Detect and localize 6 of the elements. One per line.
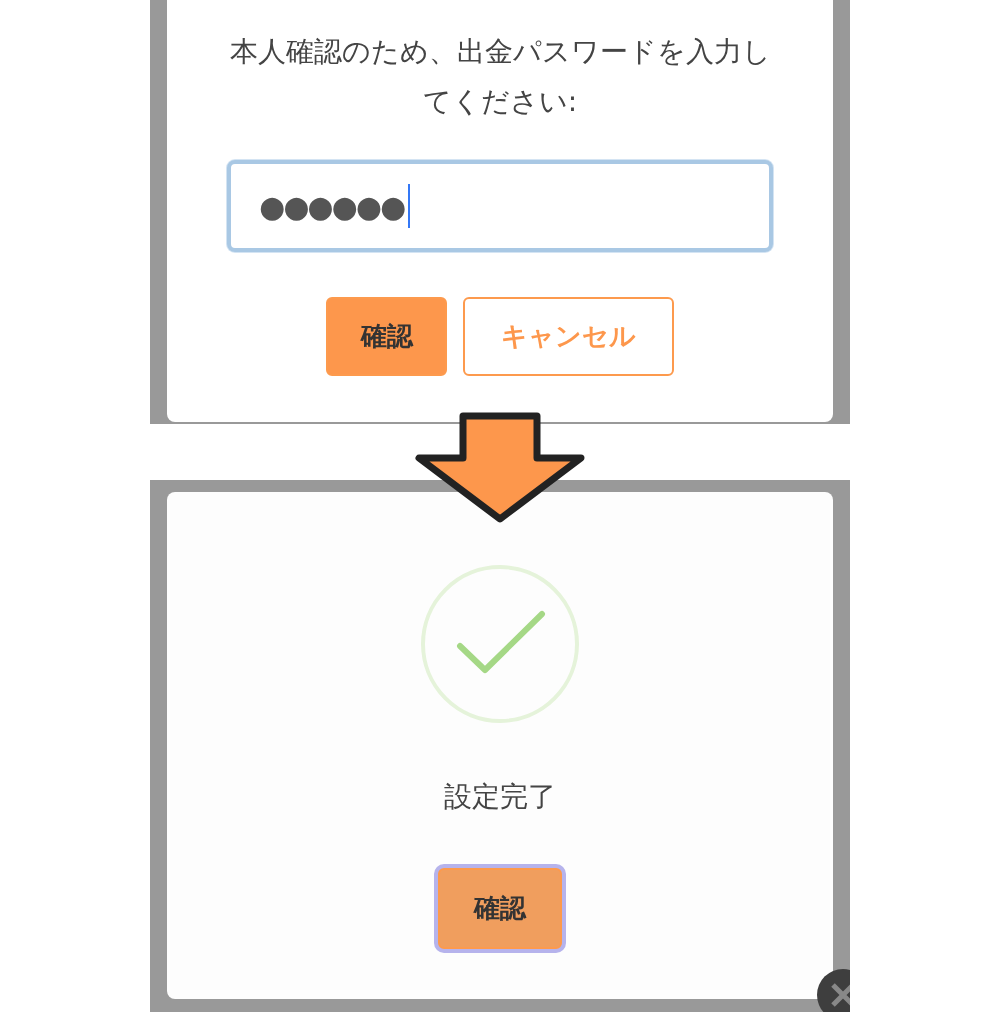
dialog-message: 本人確認のため、出金パスワードを入力してください: — [228, 34, 772, 120]
success-check-icon — [420, 564, 580, 724]
password-field[interactable]: ●●●●●● — [227, 160, 773, 252]
confirm-button[interactable]: 確認 — [326, 297, 447, 376]
down-arrow-icon — [413, 412, 587, 524]
success-message: 設定完了 — [443, 779, 557, 815]
